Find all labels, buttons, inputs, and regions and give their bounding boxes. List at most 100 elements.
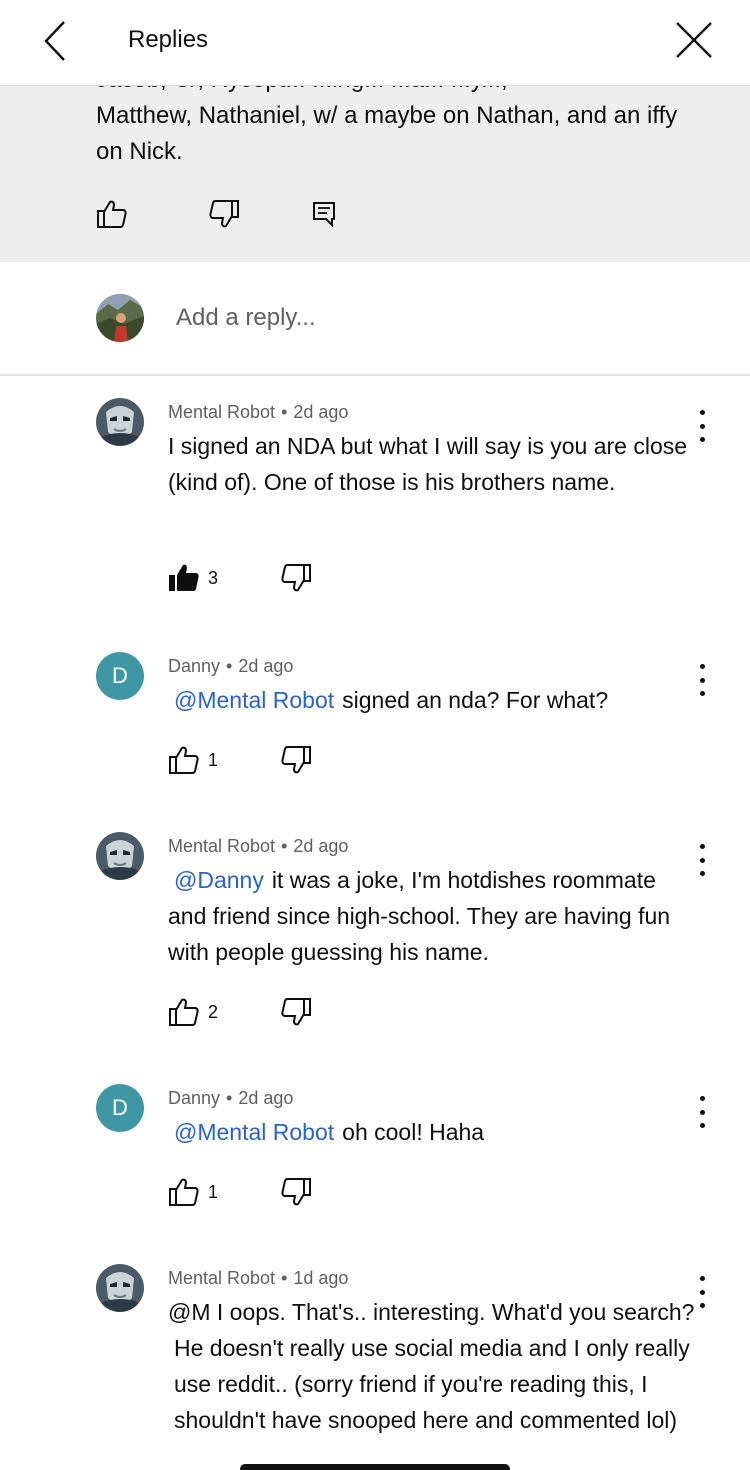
author-name[interactable]: Mental Robot bbox=[168, 836, 275, 856]
timestamp: 2d ago bbox=[238, 1088, 294, 1108]
more-dot-icon bbox=[699, 857, 705, 863]
thumbs-down-icon bbox=[281, 1178, 311, 1206]
header-bar: Replies bbox=[0, 0, 750, 86]
like-count: 2 bbox=[208, 1002, 219, 1022]
comment-meta: Mental Robot • 2d ago bbox=[168, 834, 348, 858]
thumbs-down-icon bbox=[281, 564, 311, 592]
comment-text: @M I oops. That's.. interesting. What'd … bbox=[168, 1294, 696, 1438]
like-button[interactable] bbox=[168, 1176, 200, 1208]
more-dot-icon bbox=[699, 410, 705, 415]
more-dot-icon bbox=[699, 871, 705, 876]
parent-comment-clipped-line: Jacob, C/, Rycept... ...ing... ...a... .… bbox=[96, 86, 696, 98]
dislike-button[interactable] bbox=[280, 1176, 312, 1208]
more-dot-icon bbox=[699, 1096, 705, 1101]
comment-meta: Danny • 2d ago bbox=[168, 1086, 293, 1110]
meta-separator: • bbox=[281, 402, 288, 422]
like-button[interactable] bbox=[168, 562, 200, 594]
close-button[interactable] bbox=[668, 14, 720, 66]
dislike-button[interactable] bbox=[280, 562, 312, 594]
comment-body-text: signed an nda? For what? bbox=[342, 687, 609, 713]
mention-link[interactable]: @Danny bbox=[174, 867, 264, 893]
avatar[interactable]: D bbox=[96, 652, 144, 700]
add-reply-section bbox=[0, 262, 750, 376]
comment-body-text: @M I oops. That's.. interesting. What'd … bbox=[168, 1299, 695, 1433]
robot-mask-avatar-icon bbox=[96, 832, 144, 880]
author-name[interactable]: Danny bbox=[168, 656, 220, 676]
comment-actions: 3 bbox=[168, 562, 368, 598]
thumbs-up-icon bbox=[97, 200, 127, 228]
mention-link[interactable]: @Mental Robot bbox=[174, 1119, 334, 1145]
timestamp: 2d ago bbox=[293, 836, 349, 856]
parent-like-button[interactable] bbox=[92, 196, 132, 232]
more-dot-icon bbox=[699, 1289, 705, 1295]
mention-link[interactable]: @Mental Robot bbox=[174, 687, 334, 713]
more-dot-icon bbox=[699, 691, 705, 696]
thumbs-up-icon bbox=[169, 746, 199, 774]
close-icon bbox=[676, 22, 712, 58]
meta-separator: • bbox=[281, 836, 288, 856]
back-button[interactable] bbox=[30, 18, 80, 64]
like-count: 1 bbox=[208, 1182, 219, 1202]
thumbs-down-icon bbox=[281, 746, 311, 774]
more-dot-icon bbox=[699, 423, 705, 429]
like-button[interactable] bbox=[168, 996, 200, 1028]
more-dot-icon bbox=[699, 1303, 705, 1308]
home-indicator bbox=[240, 1464, 510, 1470]
comment-text: @Danny it was a joke, I'm hotdishes roomm… bbox=[168, 862, 696, 970]
more-dot-icon bbox=[699, 1109, 705, 1115]
parent-reply-button[interactable] bbox=[304, 196, 344, 232]
comment-actions: 1 bbox=[168, 744, 368, 780]
robot-mask-avatar-icon bbox=[96, 1264, 144, 1312]
comment-text: I signed an NDA but what I will say is y… bbox=[168, 428, 696, 500]
comment-actions: 1 bbox=[168, 1176, 368, 1212]
author-name[interactable]: Mental Robot bbox=[168, 1268, 275, 1288]
thumbs-down-icon bbox=[281, 998, 311, 1026]
more-dot-icon bbox=[699, 844, 705, 849]
parent-comment: Jacob, C/, Rycept... ...ing... ...a... .… bbox=[0, 86, 750, 262]
dislike-button[interactable] bbox=[280, 996, 312, 1028]
more-dot-icon bbox=[699, 677, 705, 683]
meta-separator: • bbox=[226, 656, 233, 676]
meta-separator: • bbox=[226, 1088, 233, 1108]
avatar[interactable]: D bbox=[96, 1084, 144, 1132]
comment-icon bbox=[313, 202, 335, 227]
like-button[interactable] bbox=[168, 744, 200, 776]
like-count: 1 bbox=[208, 750, 219, 770]
thumbs-down-icon bbox=[209, 200, 239, 228]
robot-mask-avatar-icon bbox=[96, 398, 144, 446]
comment-actions: 2 bbox=[168, 996, 368, 1032]
parent-dislike-button[interactable] bbox=[204, 196, 244, 232]
thumbs-up-icon bbox=[169, 998, 199, 1026]
reply-input[interactable] bbox=[176, 300, 696, 336]
avatar[interactable] bbox=[96, 398, 144, 446]
author-name[interactable]: Mental Robot bbox=[168, 402, 275, 422]
dislike-button[interactable] bbox=[280, 744, 312, 776]
thumbs-up-icon bbox=[169, 1178, 199, 1206]
avatar[interactable] bbox=[96, 1264, 144, 1312]
user-avatar-image bbox=[96, 294, 144, 342]
comment-text: @Mental Robot oh cool! Haha bbox=[168, 1114, 696, 1150]
timestamp: 2d ago bbox=[238, 656, 294, 676]
avatar-letter: D bbox=[112, 1095, 128, 1120]
chevron-left-icon bbox=[44, 21, 65, 61]
author-name[interactable]: Danny bbox=[168, 1088, 220, 1108]
avatar[interactable] bbox=[96, 832, 144, 880]
comment-meta: Danny • 2d ago bbox=[168, 654, 293, 678]
comment-body-text: I signed an NDA but what I will say is y… bbox=[168, 433, 688, 495]
meta-separator: • bbox=[281, 1268, 288, 1288]
like-count: 3 bbox=[208, 568, 219, 588]
page-title: Replies bbox=[128, 26, 209, 53]
more-dot-icon bbox=[699, 1123, 705, 1128]
timestamp: 1d ago bbox=[293, 1268, 349, 1288]
timestamp: 2d ago bbox=[293, 402, 349, 422]
thumbs-up-filled-icon bbox=[169, 564, 199, 591]
avatar-letter: D bbox=[112, 663, 128, 688]
comment-meta: Mental Robot • 1d ago bbox=[168, 1266, 348, 1290]
comment-text: @Mental Robot signed an nda? For what? bbox=[168, 682, 696, 718]
comment-body-text: oh cool! Haha bbox=[342, 1119, 485, 1145]
comment-meta: Mental Robot • 2d ago bbox=[168, 400, 348, 424]
parent-comment-text: Matthew, Nathaniel, w/ a maybe on Nathan… bbox=[96, 102, 678, 165]
user-avatar bbox=[96, 294, 144, 342]
more-dot-icon bbox=[699, 437, 705, 442]
more-dot-icon bbox=[699, 1276, 705, 1281]
